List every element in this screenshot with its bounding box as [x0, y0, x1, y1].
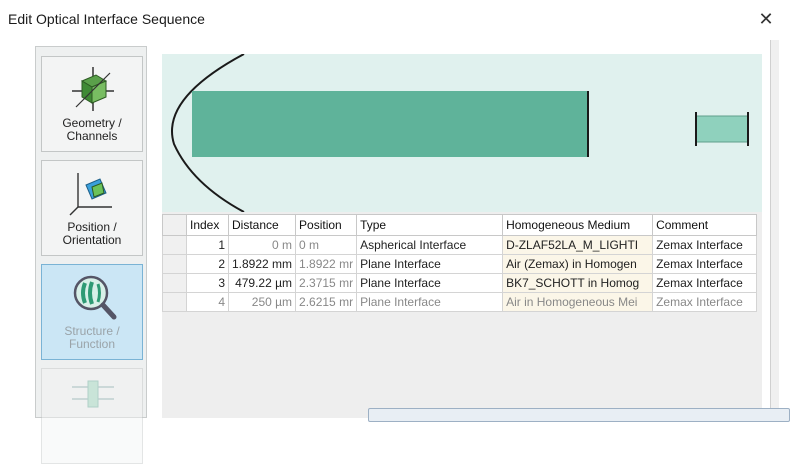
column-header-distance[interactable]: Distance: [227, 214, 297, 236]
cell-medium[interactable]: Air in Homogeneous Mei: [502, 292, 654, 312]
column-header-comment[interactable]: Comment: [652, 214, 758, 236]
row-selector[interactable]: [162, 254, 187, 274]
cell-comment[interactable]: Zemax Interface: [652, 235, 758, 255]
cell-distance[interactable]: 1.8922 mm: [227, 254, 297, 274]
cell-position: 0 m: [295, 235, 358, 255]
cell-comment[interactable]: Zemax Interface: [652, 273, 758, 293]
structure-lens-icon: [73, 275, 117, 320]
column-header-position[interactable]: Position: [295, 214, 358, 236]
table-row[interactable]: 3 479.22 µm 2.3715 mr Plane Interface BK…: [162, 273, 758, 293]
cell-index: 1: [186, 235, 229, 255]
row-selector[interactable]: [162, 235, 187, 255]
cell-comment[interactable]: Zemax Interface: [652, 254, 758, 274]
lens-element: [192, 91, 588, 157]
table-row[interactable]: 1 0 m 0 m Aspherical Interface D-ZLAF52L…: [162, 235, 758, 255]
row-selector[interactable]: [162, 292, 187, 312]
navigation-panel: Geometry / Channels Position / Orientati…: [35, 46, 147, 464]
nav-button-structure-function[interactable]: Structure / Function: [41, 264, 143, 360]
cell-type[interactable]: Aspherical Interface: [356, 235, 504, 255]
geometry-cube-icon: [72, 67, 114, 111]
cell-comment[interactable]: Zemax Interface: [652, 292, 758, 312]
cell-index: 2: [186, 254, 229, 274]
bottom-panel-edge: [368, 408, 790, 422]
cell-medium[interactable]: BK7_SCHOTT in Homog: [502, 273, 654, 293]
cell-position: 2.3715 mr: [295, 273, 358, 293]
column-header-index[interactable]: Index: [186, 214, 229, 236]
cell-distance[interactable]: 479.22 µm: [227, 273, 297, 293]
cell-medium[interactable]: Air (Zemax) in Homogen: [502, 254, 654, 274]
cell-type[interactable]: Plane Interface: [356, 273, 504, 293]
sequence-preview: [162, 53, 762, 213]
row-selector[interactable]: [162, 273, 187, 293]
cell-distance[interactable]: 250 µm: [227, 292, 297, 312]
nav-button-geometry-channels[interactable]: Geometry / Channels: [41, 56, 143, 152]
table-row[interactable]: 4 250 µm 2.6215 mr Plane Interface Air i…: [162, 292, 758, 312]
cell-type[interactable]: Plane Interface: [356, 292, 504, 312]
title-bar: Edit Optical Interface Sequence ✕: [0, 0, 790, 38]
cell-medium[interactable]: D-ZLAF52LA_M_LIGHTI: [502, 235, 654, 255]
table-row[interactable]: 2 1.8922 mm 1.8922 mr Plane Interface Ai…: [162, 254, 758, 274]
channel-flow-icon: [72, 380, 114, 408]
cell-index: 4: [186, 292, 229, 312]
nav-button-position-orientation[interactable]: Position / Orientation: [41, 160, 143, 256]
cell-distance[interactable]: 0 m: [227, 235, 297, 255]
vertical-scrollbar[interactable]: [770, 40, 779, 418]
nav-label-line2: Orientation: [62, 233, 122, 247]
cell-position: 2.6215 mr: [295, 292, 358, 312]
cell-index: 3: [186, 273, 229, 293]
table-header-row: Index Distance Position Type Homogeneous…: [162, 214, 758, 236]
window-element: [695, 115, 749, 143]
column-header-medium[interactable]: Homogeneous Medium: [502, 214, 654, 236]
nav-label-line2: Channels: [66, 129, 118, 143]
close-icon[interactable]: ✕: [754, 7, 778, 31]
cell-position: 1.8922 mr: [295, 254, 358, 274]
interface-table: Index Distance Position Type Homogeneous…: [162, 214, 758, 312]
row-header-corner: [162, 214, 187, 236]
nav-label-line2: Function: [68, 337, 116, 351]
column-header-type[interactable]: Type: [356, 214, 504, 236]
cell-type[interactable]: Plane Interface: [356, 254, 504, 274]
position-axes-icon: [69, 173, 112, 216]
lens-diagram: [171, 53, 749, 213]
window-title: Edit Optical Interface Sequence: [8, 11, 205, 27]
nav-button-channels[interactable]: [41, 368, 143, 464]
